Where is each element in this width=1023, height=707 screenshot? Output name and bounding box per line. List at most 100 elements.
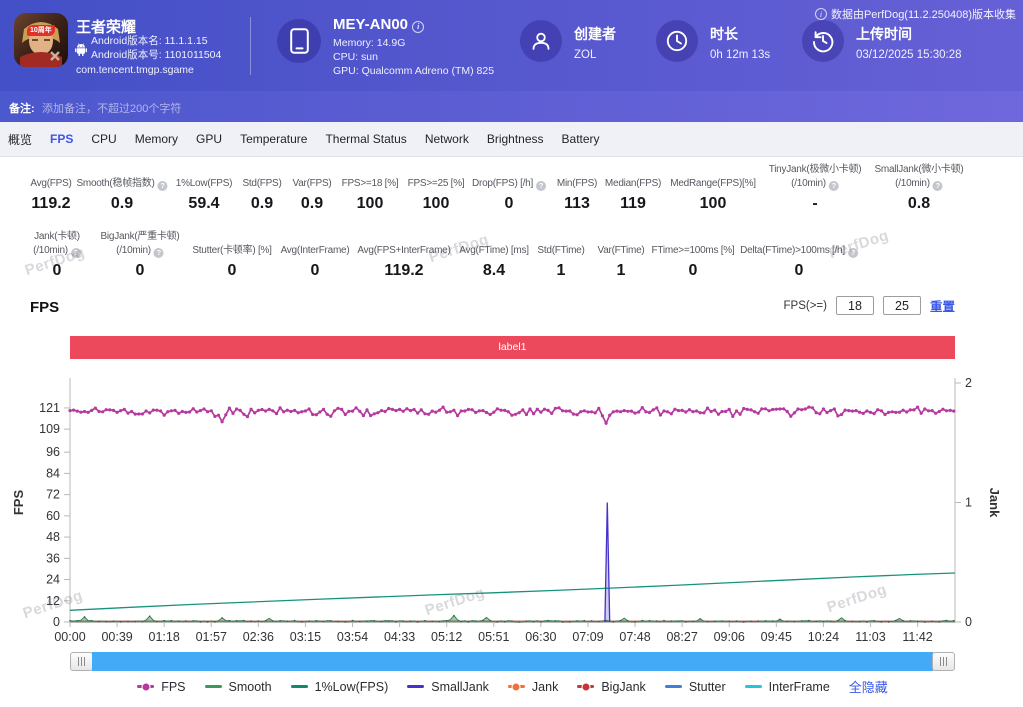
legend-label: BigJank [601,680,645,694]
tab-cpu[interactable]: CPU [91,132,116,146]
duration-clock-icon [656,20,698,62]
fps-min-input[interactable] [836,296,874,315]
fps-filter: FPS(>=) 重置 [784,296,955,315]
stat-cell: Delta(FTime)>100ms [/h]? 0 [740,221,858,280]
legend-marker [407,685,424,688]
scrollbar-left-handle[interactable] [70,652,93,671]
stat-label: FTime>=100ms [%] [652,221,735,258]
help-icon[interactable]: ? [933,181,943,191]
legend-label: 1%Low(FPS) [315,680,389,694]
svg-text:121: 121 [39,401,60,415]
svg-text:03:54: 03:54 [337,630,368,644]
legend-item-smalljank[interactable]: SmallJank [407,680,489,694]
header: 10周年 王者荣耀 Android版本名: 11.1.1.15 Android版… [0,0,1023,91]
legend-item-jank[interactable]: Jank [508,680,558,694]
svg-text:2: 2 [965,376,972,390]
scrollbar-track[interactable] [92,652,933,671]
help-icon[interactable]: ? [848,248,858,258]
fps-max-input[interactable] [883,296,921,315]
stat-cell: FTime>=100ms [%] 0 [652,221,735,280]
stat-label: Delta(FTime)>100ms [/h]? [740,221,858,258]
tab-gpu[interactable]: GPU [196,132,222,146]
tab-概览[interactable]: 概览 [8,131,32,148]
svg-text:02:36: 02:36 [243,630,274,644]
tab-thermal-status[interactable]: Thermal Status [325,132,406,146]
stat-cell: Median(FPS) 119 [605,154,661,213]
stat-value: 119.2 [30,195,71,213]
legend-item-interframe[interactable]: InterFrame [745,680,830,694]
info-icon: i [815,8,827,20]
stat-value: 0 [652,262,735,280]
stat-label: FPS>=25 [%] [408,154,465,191]
legend-item-1-low-fps-[interactable]: 1%Low(FPS) [291,680,389,694]
svg-text:07:09: 07:09 [572,630,603,644]
hide-all-link[interactable]: 全隐藏 [849,677,888,696]
svg-text:01:57: 01:57 [196,630,227,644]
stat-cell: Stutter(卡顿率) [%]0 [192,221,271,280]
svg-text:06:30: 06:30 [525,630,556,644]
stat-label: Median(FPS) [605,154,661,191]
device-info-icon[interactable]: i [412,21,424,33]
svg-text:FPS: FPS [11,490,26,516]
stat-cell: Avg(FTime) [ms]8.4 [459,221,529,280]
stat-cell: FPS>=18 [%]100 [342,154,399,213]
help-icon[interactable]: ? [829,181,839,191]
legend-marker [291,685,308,688]
help-icon[interactable]: ? [536,181,546,191]
stat-cell: BigJank(严重卡顿)(/10min)?0 [101,221,180,280]
stat-label: Stutter(卡顿率) [%] [192,221,271,258]
legend-item-bigjank[interactable]: BigJank [577,680,645,694]
stat-value: 119 [605,195,661,213]
notes-row[interactable]: 备注: 添加备注，不超过200个字符 [0,91,1023,122]
svg-text:1: 1 [965,496,972,510]
stat-value: 0 [101,262,180,280]
svg-text:10:24: 10:24 [808,630,839,644]
creator-label: 创建者 [574,24,616,44]
scrollbar-right-handle[interactable] [932,652,955,671]
stat-value: 1 [537,262,584,280]
stat-label: Drop(FPS) [/h]? [472,154,546,191]
android-version-name: Android版本名: 11.1.1.15 [91,35,221,49]
stat-value: 113 [557,195,597,213]
stat-cell: Avg(InterFrame)0 [281,221,350,280]
collect-version-note: i 数据由PerfDog(11.2.250408)版本收集 [815,6,1016,22]
stat-label: Var(FPS) [293,154,332,191]
svg-text:72: 72 [46,488,60,502]
help-icon[interactable]: ? [71,248,81,258]
tab-network[interactable]: Network [425,132,469,146]
tab-fps[interactable]: FPS [50,132,73,146]
device-model: MEY-AN00 i [333,16,424,33]
stat-value: 119.2 [357,262,450,280]
device-gpu: GPU: Qualcomm Adreno (TM) 825 [333,65,494,77]
tab-memory[interactable]: Memory [135,132,178,146]
legend-item-stutter[interactable]: Stutter [665,680,726,694]
legend-item-smooth[interactable]: Smooth [205,680,272,694]
device-cpu: CPU: sun [333,51,378,63]
stat-value: 0.9 [293,195,332,213]
stat-value: 100 [342,195,399,213]
svg-text:11:42: 11:42 [902,630,932,644]
game-app-icon: 10周年 [14,13,68,67]
stat-cell: Var(FTime)1 [598,221,645,280]
legend-item-fps[interactable]: FPS [137,680,185,694]
tab-temperature[interactable]: Temperature [240,132,307,146]
svg-text:60: 60 [46,509,60,523]
device-memory: Memory: 14.9G [333,37,405,49]
help-icon[interactable]: ? [158,181,168,191]
stat-label: 1%Low(FPS) [176,154,232,191]
svg-text:84: 84 [46,466,60,480]
svg-text:08:27: 08:27 [666,630,697,644]
stat-value: 0 [740,262,858,280]
tab-battery[interactable]: Battery [562,132,600,146]
svg-text:00:00: 00:00 [54,630,85,644]
reset-link[interactable]: 重置 [930,296,955,315]
help-icon[interactable]: ? [154,248,164,258]
stat-label: Avg(FTime) [ms] [459,221,529,258]
creator-icon [520,20,562,62]
tab-brightness[interactable]: Brightness [487,132,544,146]
legend-label: Smooth [229,680,272,694]
stat-cell: FPS>=25 [%]100 [408,154,465,213]
notes-placeholder: 添加备注，不超过200个字符 [42,100,181,116]
fps-filter-label: FPS(>=) [784,300,827,312]
upload-time-value: 03/12/2025 15:30:28 [856,49,962,61]
